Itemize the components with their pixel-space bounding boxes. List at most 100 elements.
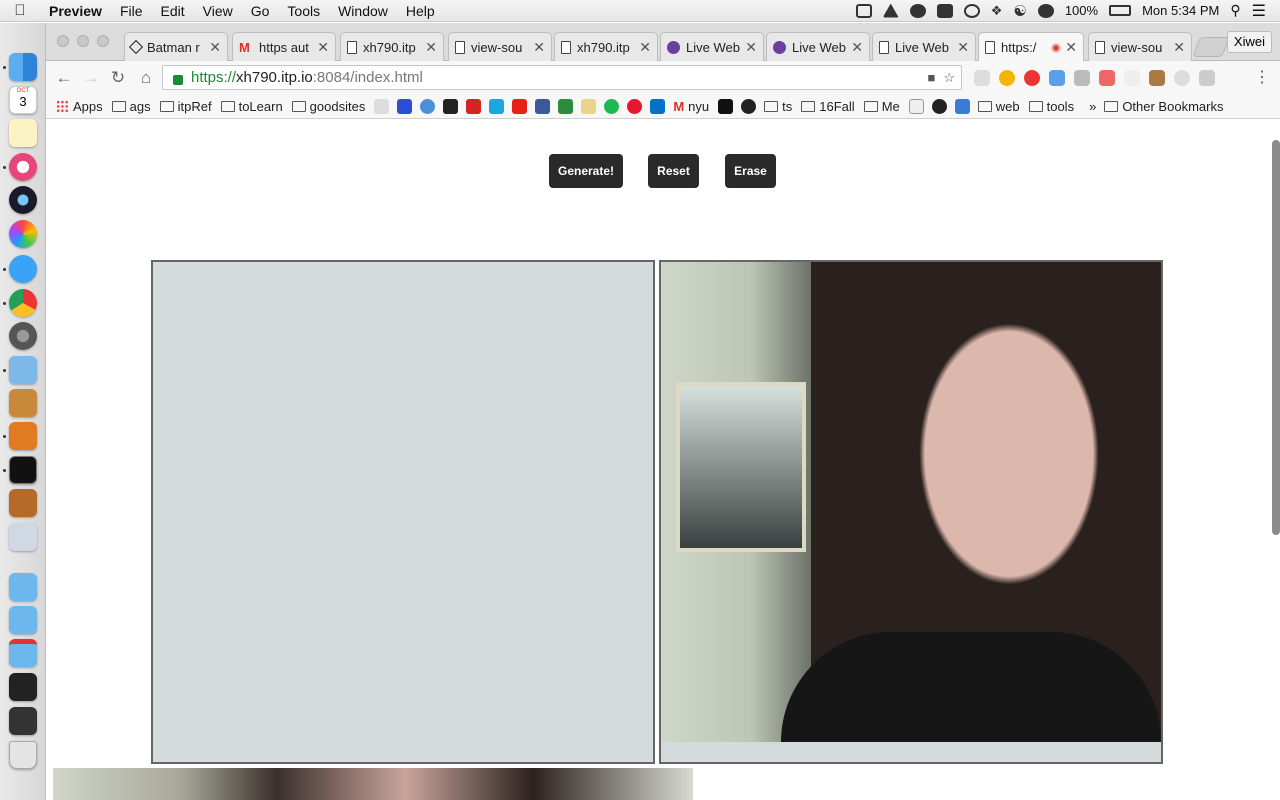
window-zoom-button[interactable]: [97, 35, 109, 47]
menu-window[interactable]: Window: [329, 3, 397, 19]
menu-clock[interactable]: Mon 5:34 PM: [1142, 3, 1219, 18]
calendar-bookmark-icon[interactable]: [558, 99, 574, 114]
drive-extension-icon[interactable]: [1199, 70, 1215, 86]
tab-close-icon[interactable]: ✕: [851, 39, 863, 56]
dropbox-icon[interactable]: ❖: [991, 3, 1003, 19]
outlook-bookmark-icon[interactable]: [650, 99, 666, 114]
youtube-extension-icon[interactable]: [1074, 70, 1090, 86]
menu-view[interactable]: View: [194, 3, 242, 19]
yelp-bookmark-icon[interactable]: [466, 99, 482, 114]
profile-button[interactable]: Xiwei: [1226, 31, 1272, 53]
notes-icon[interactable]: [9, 119, 37, 147]
document-stack-icon[interactable]: [9, 673, 37, 701]
photos-icon[interactable]: [9, 220, 37, 248]
bookmark-folder[interactable]: Me: [863, 99, 900, 114]
tab-close-icon[interactable]: ✕: [533, 39, 545, 56]
wri-bookmark-icon[interactable]: [718, 99, 734, 114]
extension-grid-icon[interactable]: [974, 70, 990, 86]
folder-icon[interactable]: [9, 606, 37, 634]
circle-bookmark-icon[interactable]: [931, 99, 947, 114]
bookmark-folder[interactable]: 16Fall: [801, 99, 855, 114]
bilibili-bookmark-icon[interactable]: [489, 99, 505, 114]
messages-icon[interactable]: [9, 255, 37, 283]
mail-extension-icon[interactable]: [1099, 70, 1115, 86]
apple-menu-icon[interactable]: : [0, 2, 40, 19]
menu-app-name[interactable]: Preview: [40, 3, 111, 19]
address-bar[interactable]: https://xh790.itp.io:8084/index.html ■ ☆: [162, 65, 962, 90]
youtube-bookmark-icon[interactable]: [512, 99, 528, 114]
gimp-icon[interactable]: [9, 489, 37, 517]
bookmark-folder[interactable]: toLearn: [220, 99, 283, 114]
m-extension-icon[interactable]: [1174, 70, 1190, 86]
tab[interactable]: Batman r ✕: [124, 32, 228, 61]
chat-icon[interactable]: [936, 3, 953, 18]
battery-icon[interactable]: [1109, 5, 1132, 16]
tab-close-icon[interactable]: ✕: [1065, 39, 1077, 56]
sublime-text-icon[interactable]: [9, 422, 37, 450]
erase-button[interactable]: Erase: [725, 154, 776, 188]
camera-in-use-icon[interactable]: ■: [927, 70, 935, 85]
downloads-folder-icon[interactable]: [9, 639, 37, 667]
link-bookmark-icon[interactable]: [420, 99, 436, 114]
airplay-icon[interactable]: [855, 3, 872, 18]
menu-tools[interactable]: Tools: [278, 3, 329, 19]
tab-active[interactable]: https:/ ✕: [978, 32, 1084, 62]
itunes-icon[interactable]: [9, 153, 37, 181]
system-preferences-icon[interactable]: [9, 322, 37, 350]
citi-bookmark-icon[interactable]: [374, 99, 390, 114]
drawing-canvas[interactable]: [151, 260, 655, 764]
preview-icon[interactable]: [9, 356, 37, 384]
tab[interactable]: Live Web ✕: [660, 32, 764, 61]
script-icon[interactable]: [963, 3, 980, 18]
cloud-icon[interactable]: [909, 3, 926, 18]
document-extension-icon[interactable]: [1124, 70, 1140, 86]
document-stack-icon[interactable]: [9, 707, 37, 735]
tab[interactable]: Live Web ✕: [872, 32, 976, 61]
notification-center-icon[interactable]: ☰: [1252, 1, 1266, 21]
window-minimize-button[interactable]: [77, 35, 89, 47]
baidu-bookmark-icon[interactable]: [397, 99, 413, 114]
spotify-bookmark-icon[interactable]: [604, 99, 620, 114]
facebook-bookmark-icon[interactable]: [535, 99, 551, 114]
bookmark-nyu[interactable]: Mnyu: [673, 99, 709, 114]
chrome-icon[interactable]: [9, 289, 37, 317]
peace-bookmark-icon[interactable]: [908, 99, 924, 114]
more-bookmarks-chevron-icon[interactable]: »: [1089, 99, 1096, 114]
bookmark-folder[interactable]: web: [977, 99, 1020, 114]
tab[interactable]: xh790.itp ✕: [340, 32, 444, 61]
spotlight-search-icon[interactable]: ⚲: [1230, 2, 1240, 19]
page-scrollbar[interactable]: [1272, 140, 1280, 535]
finder-icon[interactable]: [9, 53, 37, 81]
reload-icon[interactable]: ↻: [108, 68, 128, 88]
tab-close-icon[interactable]: ✕: [209, 39, 221, 56]
s-app-icon[interactable]: [1037, 3, 1054, 18]
generate-button[interactable]: Generate!: [549, 154, 623, 188]
tab[interactable]: M https aut ✕: [232, 32, 336, 61]
folder-icon[interactable]: [9, 573, 37, 601]
calendar-icon[interactable]: OCT 3: [9, 86, 37, 114]
notes-bookmark-icon[interactable]: [581, 99, 597, 114]
bookmark-star-icon[interactable]: ☆: [943, 70, 955, 86]
image-capture-icon[interactable]: [9, 523, 37, 551]
bookmark-folder[interactable]: ags: [111, 99, 151, 114]
menu-file[interactable]: File: [111, 3, 152, 19]
bookmark-folder[interactable]: ts: [764, 99, 792, 114]
weibo-bookmark-icon[interactable]: [627, 99, 643, 114]
trash-icon[interactable]: [9, 741, 37, 769]
menu-help[interactable]: Help: [397, 3, 444, 19]
bookmark-other[interactable]: Other Bookmarks: [1104, 99, 1223, 114]
tab[interactable]: xh790.itp ✕: [554, 32, 658, 61]
tab-close-icon[interactable]: ✕: [745, 39, 757, 56]
bookmark-folder[interactable]: goodsites: [291, 99, 365, 114]
window-close-button[interactable]: [57, 35, 69, 47]
amazon-bookmark-icon[interactable]: [443, 99, 459, 114]
terminal-icon[interactable]: [9, 456, 37, 484]
tab[interactable]: Live Web ✕: [766, 32, 870, 61]
bookmark-apps[interactable]: Apps: [56, 99, 103, 114]
k-extension-icon[interactable]: [1149, 70, 1165, 86]
tab-close-icon[interactable]: ✕: [957, 39, 969, 56]
forward-arrow-icon[interactable]: →: [81, 68, 101, 88]
tab[interactable]: view-sou ✕: [1088, 32, 1192, 61]
home-icon[interactable]: ⌂: [136, 68, 156, 88]
bookmark-folder[interactable]: itpRef: [159, 99, 212, 114]
